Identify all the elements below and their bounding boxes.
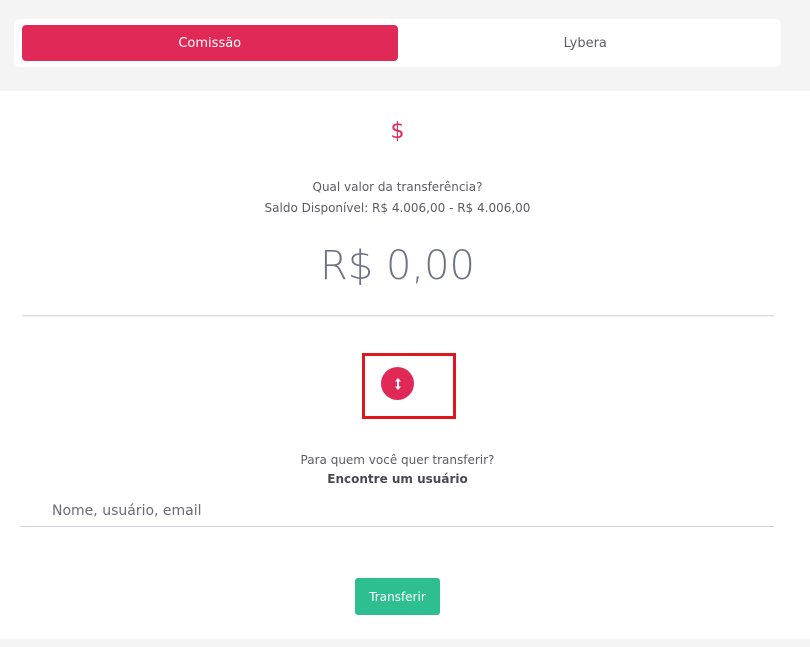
amount-question: Qual valor da transferência? (312, 180, 483, 194)
tab-label: Comissão (178, 35, 242, 51)
tab-bar: Comissão Lybera (14, 19, 781, 67)
dollar-icon: $ (390, 119, 405, 144)
tab-label: Lybera (563, 35, 607, 51)
available-balance: Saldo Disponível: R$ 4.006,00 - R$ 4.006… (264, 201, 531, 215)
tab-lybera[interactable]: Lybera (398, 25, 774, 61)
swap-button[interactable] (381, 367, 414, 400)
swap-vertical-icon (394, 377, 401, 390)
divider (22, 315, 774, 316)
find-user-label: Encontre um usuário (327, 472, 468, 486)
transfer-panel: $ Qual valor da transferência? Saldo Dis… (0, 91, 810, 639)
transfer-button[interactable]: Transferir (355, 578, 440, 615)
tab-comissao[interactable]: Comissão (22, 25, 398, 61)
recipient-question: Para quem você quer transferir? (300, 453, 495, 467)
user-search-input[interactable] (20, 495, 774, 527)
amount-display[interactable]: R$ 0,00 (0, 243, 795, 289)
